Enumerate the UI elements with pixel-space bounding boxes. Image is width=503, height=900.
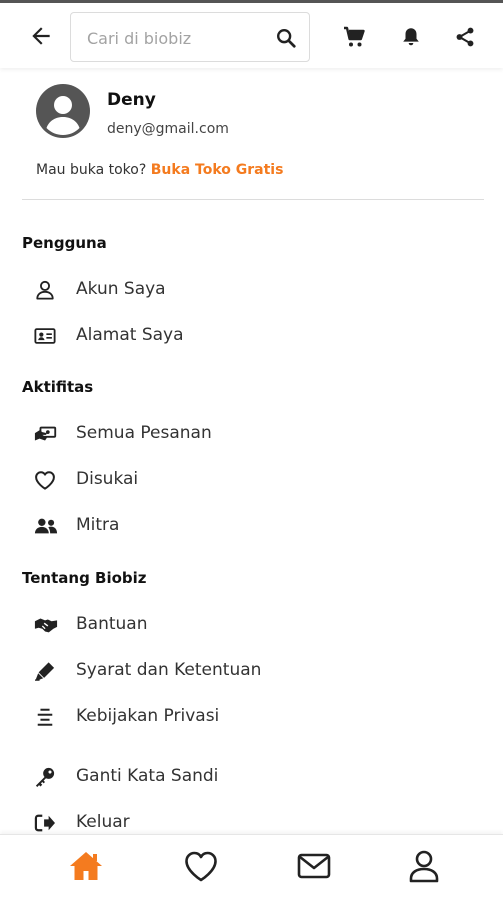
avatar[interactable] [36, 84, 90, 138]
envelope-icon[interactable] [296, 849, 332, 883]
home-icon[interactable] [68, 849, 104, 883]
menu-item-alamat-saya[interactable]: Alamat Saya [22, 316, 484, 356]
section-title-aktifitas: Aktifitas [22, 378, 94, 396]
menu-item-label: Disukai [76, 469, 139, 489]
address-card-icon [34, 326, 56, 346]
menu-item-akun-saya[interactable]: Akun Saya [22, 270, 484, 310]
divider [22, 199, 484, 200]
handshake-icon [34, 615, 58, 635]
users-icon [34, 516, 58, 536]
open-shop-prompt: Mau buka toko? Buka Toko Gratis [36, 162, 283, 178]
section-title-tentang-biobiz: Tentang Biobiz [22, 569, 147, 587]
menu-item-bantuan[interactable]: Bantuan [22, 605, 484, 645]
menu-item-label: Alamat Saya [76, 325, 184, 345]
menu-item-label: Semua Pesanan [76, 423, 212, 443]
search-icon[interactable] [275, 27, 297, 49]
menu-item-disukai[interactable]: Disukai [22, 460, 484, 500]
bell-icon[interactable] [400, 25, 422, 49]
user-icon [34, 280, 56, 300]
menu-item-kebijakan-privasi[interactable]: Kebijakan Privasi [22, 697, 484, 737]
menu-item-label: Ganti Kata Sandi [76, 766, 219, 786]
align-center-icon [34, 707, 56, 727]
menu-item-semua-pesanan[interactable]: Semua Pesanan [22, 414, 484, 454]
user-email: deny@gmail.com [107, 121, 229, 137]
bottom-navigation [0, 834, 503, 900]
cart-icon[interactable] [342, 25, 366, 49]
share-icon[interactable] [454, 25, 476, 49]
key-icon [34, 767, 56, 787]
money-hand-icon [34, 424, 57, 444]
menu-item-ganti-kata-sandi[interactable]: Ganti Kata Sandi [22, 757, 484, 797]
search-input[interactable] [87, 27, 267, 49]
open-shop-link[interactable]: Buka Toko Gratis [151, 162, 284, 178]
heart-icon[interactable] [183, 849, 219, 883]
back-arrow-icon[interactable] [28, 23, 54, 49]
user-icon[interactable] [406, 849, 442, 883]
pen-icon [34, 661, 56, 681]
user-name: Deny [107, 90, 156, 110]
menu-item-label: Akun Saya [76, 279, 166, 299]
top-bar [0, 0, 503, 68]
search-box[interactable] [70, 12, 310, 62]
section-title-pengguna: Pengguna [22, 234, 107, 252]
menu-item-label: Mitra [76, 515, 120, 535]
menu-item-label: Bantuan [76, 614, 148, 634]
heart-icon [34, 470, 56, 490]
sign-out-icon [34, 813, 56, 833]
menu-item-label: Syarat dan Ketentuan [76, 660, 262, 680]
open-shop-text: Mau buka toko? [36, 162, 147, 178]
menu-item-label: Keluar [76, 812, 130, 832]
menu-item-label: Kebijakan Privasi [76, 706, 220, 726]
menu-item-syarat-dan-ketentuan[interactable]: Syarat dan Ketentuan [22, 651, 484, 691]
menu-item-mitra[interactable]: Mitra [22, 506, 484, 546]
